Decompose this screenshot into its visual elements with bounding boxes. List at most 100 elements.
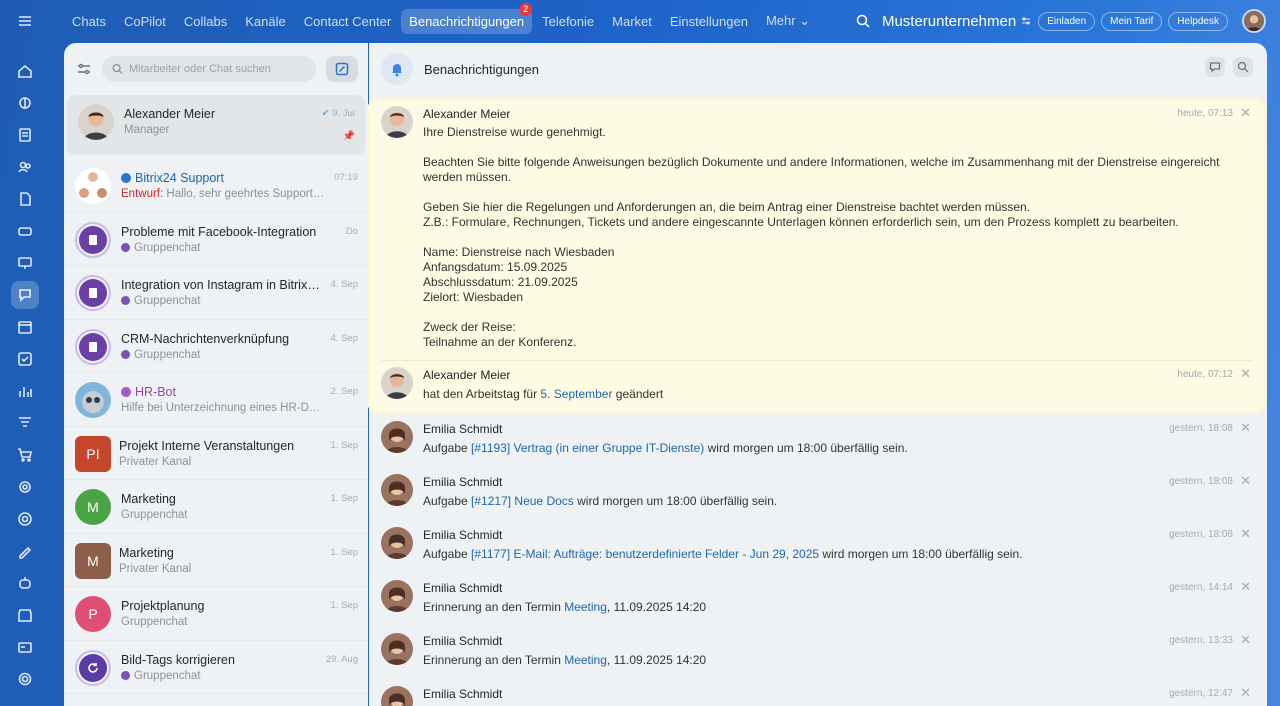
notification-link[interactable]: [#1193] Vertrag (in einer Gruppe IT-Dien… bbox=[471, 441, 704, 455]
company-settings-icon[interactable] bbox=[1020, 15, 1032, 27]
settings-gear-icon[interactable] bbox=[11, 665, 39, 693]
chat-date: Do bbox=[345, 225, 358, 237]
nav-market[interactable]: Market bbox=[604, 9, 660, 34]
nav-copilot[interactable]: CoPilot bbox=[116, 9, 174, 34]
unread-notifications: Alexander Meier heute, 07:13 ✕ Ihre Dien… bbox=[369, 100, 1265, 412]
target-icon[interactable] bbox=[11, 473, 39, 501]
group-chat-icon bbox=[89, 288, 97, 298]
chat-item-instagram[interactable]: Integration von Instagram in Bitrix24 Gr… bbox=[64, 266, 368, 320]
contacts-icon[interactable] bbox=[11, 153, 39, 181]
nav-collabs[interactable]: Collabs bbox=[176, 9, 235, 34]
notification-author[interactable]: Emilia Schmidt bbox=[423, 528, 502, 542]
my-plan-button[interactable]: Mein Tarif bbox=[1101, 11, 1163, 31]
bot-icon[interactable] bbox=[11, 569, 39, 597]
notification-author[interactable]: Emilia Schmidt bbox=[423, 422, 502, 436]
search-icon[interactable] bbox=[856, 14, 870, 28]
group-icon bbox=[121, 242, 130, 252]
notification-time: gestern, 13:33 bbox=[1169, 635, 1233, 646]
screen-icon[interactable] bbox=[11, 249, 39, 277]
compose-button[interactable] bbox=[326, 56, 358, 82]
close-icon[interactable]: ✕ bbox=[1240, 526, 1251, 542]
search-box[interactable] bbox=[102, 56, 316, 82]
home-icon[interactable] bbox=[11, 57, 39, 85]
chat-item-projekt-interne[interactable]: PI Projekt Interne Veranstaltungen Priva… bbox=[64, 427, 368, 480]
notification-link[interactable]: Meeting bbox=[564, 600, 607, 614]
filter-icon[interactable] bbox=[76, 61, 92, 77]
search-notifications-button[interactable] bbox=[1233, 57, 1253, 77]
chat-subtitle: Gruppenchat bbox=[121, 616, 188, 628]
notification-author[interactable]: Emilia Schmidt bbox=[423, 581, 502, 595]
documents-icon[interactable] bbox=[11, 185, 39, 213]
search-icon bbox=[1237, 61, 1249, 73]
avatar bbox=[381, 527, 413, 559]
notification-author[interactable]: Alexander Meier bbox=[423, 368, 510, 382]
notification-link[interactable]: [#1217] Neue Docs bbox=[471, 494, 574, 508]
notification-link[interactable]: Meeting bbox=[564, 653, 607, 667]
mark-all-read-button[interactable] bbox=[1205, 57, 1225, 77]
notification-item[interactable]: Emilia Schmidt gestern, 13:33 ✕ Erinneru… bbox=[369, 631, 1267, 684]
messenger-icon[interactable] bbox=[11, 281, 39, 309]
close-icon[interactable]: ✕ bbox=[1240, 685, 1251, 701]
close-icon[interactable]: ✕ bbox=[1240, 473, 1251, 489]
helpdesk-button[interactable]: Helpdesk bbox=[1168, 11, 1228, 31]
search-input[interactable] bbox=[129, 63, 316, 75]
nav-notifications[interactable]: Benachrichtigungen 2 bbox=[401, 2, 533, 34]
menu-icon[interactable] bbox=[11, 7, 39, 35]
chat-item-projektplanung[interactable]: P Projektplanung Gruppenchat 1. Sep bbox=[64, 587, 368, 641]
support-icon[interactable] bbox=[11, 505, 39, 533]
notification-item[interactable]: Emilia Schmidt gestern, 18:08 ✕ Aufgabe … bbox=[369, 472, 1267, 525]
notification-link[interactable]: [#1177] E-Mail: Aufträge: benutzerdefini… bbox=[471, 547, 819, 561]
nav-kanaele[interactable]: Kanäle bbox=[237, 9, 293, 34]
notification-link[interactable]: 5. September bbox=[540, 387, 612, 401]
close-icon[interactable]: ✕ bbox=[1240, 632, 1251, 648]
bot-badge-icon bbox=[121, 387, 131, 397]
sign-icon[interactable] bbox=[11, 537, 39, 565]
chat-subtitle: Gruppenchat bbox=[121, 242, 201, 254]
nav-einstellungen[interactable]: Einstellungen bbox=[662, 9, 756, 34]
calendar-icon[interactable] bbox=[11, 313, 39, 341]
chat-item-alexander-meier[interactable]: Alexander Meier Manager ✔︎ 9. Jul 📌 bbox=[67, 95, 365, 155]
chat-item-bitrix24-support[interactable]: Bitrix24 Support Entwurf: Hallo, sehr ge… bbox=[64, 159, 368, 213]
cart-icon[interactable] bbox=[11, 441, 39, 469]
notification-time: heute, 07:13 bbox=[1177, 108, 1233, 119]
close-icon[interactable]: ✕ bbox=[1240, 579, 1251, 595]
nav-chats[interactable]: Chats bbox=[64, 9, 114, 34]
chat-item-marketing-channel[interactable]: M Marketing Privater Kanal 1. Sep bbox=[64, 534, 368, 587]
notification-author[interactable]: Emilia Schmidt bbox=[423, 475, 502, 489]
user-avatar[interactable] bbox=[1242, 9, 1266, 33]
tasks-icon[interactable] bbox=[11, 345, 39, 373]
notification-body: Ihre Dienstreise wurde genehmigt. Beacht… bbox=[423, 125, 1227, 350]
notification-author[interactable]: Alexander Meier bbox=[423, 107, 510, 121]
nav-contact-center[interactable]: Contact Center bbox=[296, 9, 399, 34]
nav-telefonie[interactable]: Telefonie bbox=[534, 9, 602, 34]
nav-more[interactable]: Mehr ⌄ bbox=[758, 8, 818, 34]
close-icon[interactable]: ✕ bbox=[1240, 420, 1251, 436]
chat-item-hr-bot[interactable]: HR-Bot Hilfe bei Unterzeichnung eines HR… bbox=[64, 373, 368, 427]
search-icon bbox=[112, 63, 123, 75]
group-avatar bbox=[75, 328, 111, 365]
notification-author[interactable]: Emilia Schmidt bbox=[423, 634, 502, 648]
close-icon[interactable]: ✕ bbox=[1240, 366, 1251, 382]
notification-author[interactable]: Emilia Schmidt bbox=[423, 687, 502, 701]
chat-subtitle-text: Gruppenchat bbox=[134, 295, 201, 307]
notification-item[interactable]: Emilia Schmidt gestern, 14:14 ✕ Erinneru… bbox=[369, 578, 1267, 631]
invite-button[interactable]: Einladen bbox=[1038, 11, 1096, 31]
chat-item-facebook[interactable]: Probleme mit Facebook-Integration Gruppe… bbox=[64, 213, 368, 266]
chat-item-marketing-group[interactable]: M Marketing Gruppenchat 1. Sep bbox=[64, 480, 368, 534]
funnel-icon[interactable] bbox=[11, 409, 39, 437]
notification-item[interactable]: Emilia Schmidt gestern, 18:08 ✕ Aufgabe … bbox=[369, 419, 1267, 472]
copilot-icon[interactable] bbox=[11, 89, 39, 117]
company-name[interactable]: Musterunternehmen bbox=[882, 13, 1016, 30]
notification-item[interactable]: Emilia Schmidt gestern, 12:47 ✕ bbox=[369, 684, 1267, 706]
analytics-icon[interactable] bbox=[11, 377, 39, 405]
chat-subtitle-text: Gruppenchat bbox=[134, 348, 201, 361]
notification-time: gestern, 18:08 bbox=[1169, 423, 1233, 434]
drive-icon[interactable] bbox=[11, 217, 39, 245]
store-icon[interactable] bbox=[11, 601, 39, 629]
notification-item[interactable]: Emilia Schmidt gestern, 18:08 ✕ Aufgabe … bbox=[369, 525, 1267, 578]
close-icon[interactable]: ✕ bbox=[1240, 105, 1251, 121]
chat-item-bild-tags[interactable]: Bild-Tags korrigieren Gruppenchat 29. Au… bbox=[64, 641, 368, 694]
chat-item-crm[interactable]: CRM-Nachrichtenverknüpfung Gruppenchat 4… bbox=[64, 320, 368, 373]
feed-icon[interactable] bbox=[11, 121, 39, 149]
card-icon[interactable] bbox=[11, 633, 39, 661]
